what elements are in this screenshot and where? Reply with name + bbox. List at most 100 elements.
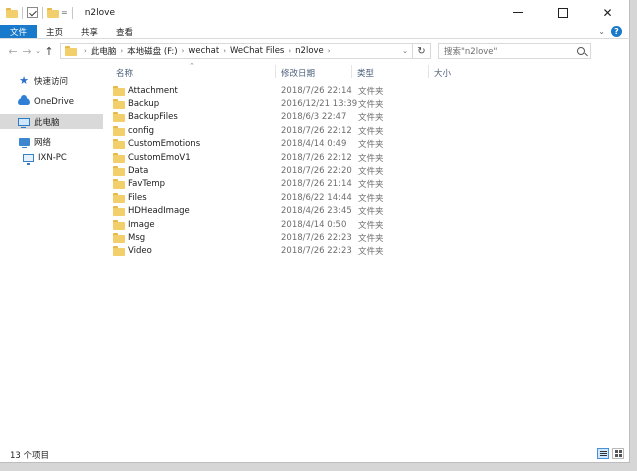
breadcrumb-local-disk[interactable]: 本地磁盘 (F:) [127,45,177,57]
column-header-date[interactable]: 修改日期 [276,67,350,79]
chevron-right-icon[interactable]: › [328,47,331,55]
file-type: 文件夹 [358,153,384,164]
file-type: 文件夹 [358,193,384,204]
details-view-button[interactable] [597,448,609,459]
back-button[interactable]: ← [6,43,20,59]
nav-item-label: IXN-PC [38,152,67,163]
folder-icon [113,219,125,230]
list-item[interactable]: BackupFiles 2018/6/3 22:47 文件夹 [113,111,533,124]
search-icon [577,47,585,55]
folder-icon [113,85,125,96]
chevron-right-icon[interactable]: › [182,47,185,55]
list-item[interactable]: Data 2018/7/26 22:20 文件夹 [113,164,533,177]
column-header-name[interactable]: 名称 [111,67,269,79]
properties-icon[interactable] [27,7,38,18]
column-header-size[interactable]: 大小 [429,67,489,79]
file-date: 2018/7/26 22:20 [281,165,352,176]
column-header-type[interactable]: 类型 [352,67,426,79]
list-item[interactable]: Files 2018/6/22 14:44 文件夹 [113,191,533,204]
file-name: Image [128,219,155,230]
nav-item-network[interactable]: 网络 [0,134,103,149]
customize-toolbar-icon[interactable]: = [61,8,68,17]
list-item[interactable]: config 2018/7/26 22:12 文件夹 [113,124,533,137]
folder-icon [65,46,77,56]
chevron-right-icon[interactable]: › [288,47,291,55]
file-type: 文件夹 [358,166,384,177]
chevron-right-icon[interactable]: › [223,47,226,55]
file-type: 文件夹 [358,207,384,218]
file-name: Video [128,246,152,257]
breadcrumb-wechat[interactable]: wechat [188,46,219,56]
forward-button[interactable]: → [20,43,34,59]
breadcrumb-this-pc[interactable]: 此电脑 [91,45,117,57]
search-input[interactable]: 搜索"n2love" [438,43,591,59]
folder-icon [113,179,125,190]
address-row: ← → ⌄ ↑ › 此电脑 › 本地磁盘 (F:) › wechat › WeC… [0,40,630,62]
minimize-icon [512,12,523,13]
file-explorer-window: = n2love ✕ 文件 主页 共享 查看 ⌄ ? ← → ⌄ ↑ › 此电脑… [0,0,630,463]
tab-file[interactable]: 文件 [0,25,38,38]
refresh-button[interactable]: ↻ [412,44,430,58]
breadcrumb-n2love[interactable]: n2love [295,46,324,56]
tab-view[interactable]: 查看 [107,25,142,38]
file-date: 2018/7/26 22:12 [281,152,352,163]
quick-access-toolbar: = [6,6,77,19]
list-item[interactable]: CustomEmotions 2018/4/14 0:49 文件夹 [113,138,533,151]
file-date: 2016/12/21 13:39 [281,98,358,109]
close-button[interactable]: ✕ [585,0,630,25]
folder-icon [113,98,125,109]
recent-locations-icon[interactable]: ⌄ [34,47,42,55]
list-item[interactable]: CustomEmoV1 2018/7/26 22:12 文件夹 [113,151,533,164]
file-date: 2018/7/26 21:14 [281,179,352,190]
nav-item-label: OneDrive [34,96,74,107]
nav-item-this-pc[interactable]: 此电脑 [0,114,103,129]
folder-icon [113,165,125,176]
list-item[interactable]: Video 2018/7/26 22:23 文件夹 [113,245,533,258]
folder-icon [6,7,18,18]
chevron-right-icon[interactable]: › [120,47,123,55]
folder-icon [113,152,125,163]
file-name: Data [128,165,149,176]
minimize-button[interactable] [495,0,540,25]
tab-home[interactable]: 主页 [37,25,72,38]
folder-icon [113,125,125,136]
search-placeholder: 搜索"n2love" [444,47,498,57]
up-button[interactable]: ↑ [42,43,56,59]
file-name: Files [128,192,147,203]
file-date: 2018/6/22 14:44 [281,192,352,203]
help-icon[interactable]: ? [611,26,622,37]
address-history-icon[interactable]: ⌄ [402,47,408,55]
expand-ribbon-icon[interactable]: ⌄ [598,27,605,36]
new-folder-icon[interactable] [47,7,59,18]
file-name: Attachment [128,85,178,96]
list-item[interactable]: Msg 2018/7/26 22:23 文件夹 [113,231,533,244]
ribbon-tabs: 文件 主页 共享 查看 ⌄ ? [0,25,630,39]
address-bar[interactable]: › 此电脑 › 本地磁盘 (F:) › wechat › WeChat File… [60,43,431,59]
title-bar[interactable]: = n2love ✕ [0,0,630,25]
file-name: Backup [128,98,160,109]
breadcrumb-wechat-files[interactable]: WeChat Files [230,46,284,56]
list-item[interactable]: FavTemp 2018/7/26 21:14 文件夹 [113,178,533,191]
divider [22,6,23,19]
nav-item-ixn-pc[interactable]: IXN-PC [0,150,103,165]
file-date: 2018/7/26 22:23 [281,232,352,243]
file-type: 文件夹 [358,180,384,191]
star-icon: ★ [19,74,29,87]
file-type: 文件夹 [358,99,384,110]
nav-item-quick-access[interactable]: ★ 快速访问 [0,73,103,88]
list-item[interactable]: HDHeadImage 2018/4/26 23:45 文件夹 [113,205,533,218]
large-icons-view-button[interactable] [612,448,624,459]
chevron-right-icon[interactable]: › [84,47,87,55]
maximize-button[interactable] [540,0,585,25]
list-item[interactable]: Backup 2016/12/21 13:39 文件夹 [113,97,533,110]
file-name: config [128,125,155,136]
file-type: 文件夹 [358,113,384,124]
list-item[interactable]: Attachment 2018/7/26 22:14 文件夹 [113,84,533,97]
nav-item-onedrive[interactable]: OneDrive [0,94,103,109]
folder-icon [113,206,125,217]
tab-share[interactable]: 共享 [72,25,107,38]
window-controls: ✕ [495,0,630,25]
list-item[interactable]: Image 2018/4/14 0:50 文件夹 [113,218,533,231]
folder-icon [113,232,125,243]
status-bar: 13 个项目 [0,446,630,463]
